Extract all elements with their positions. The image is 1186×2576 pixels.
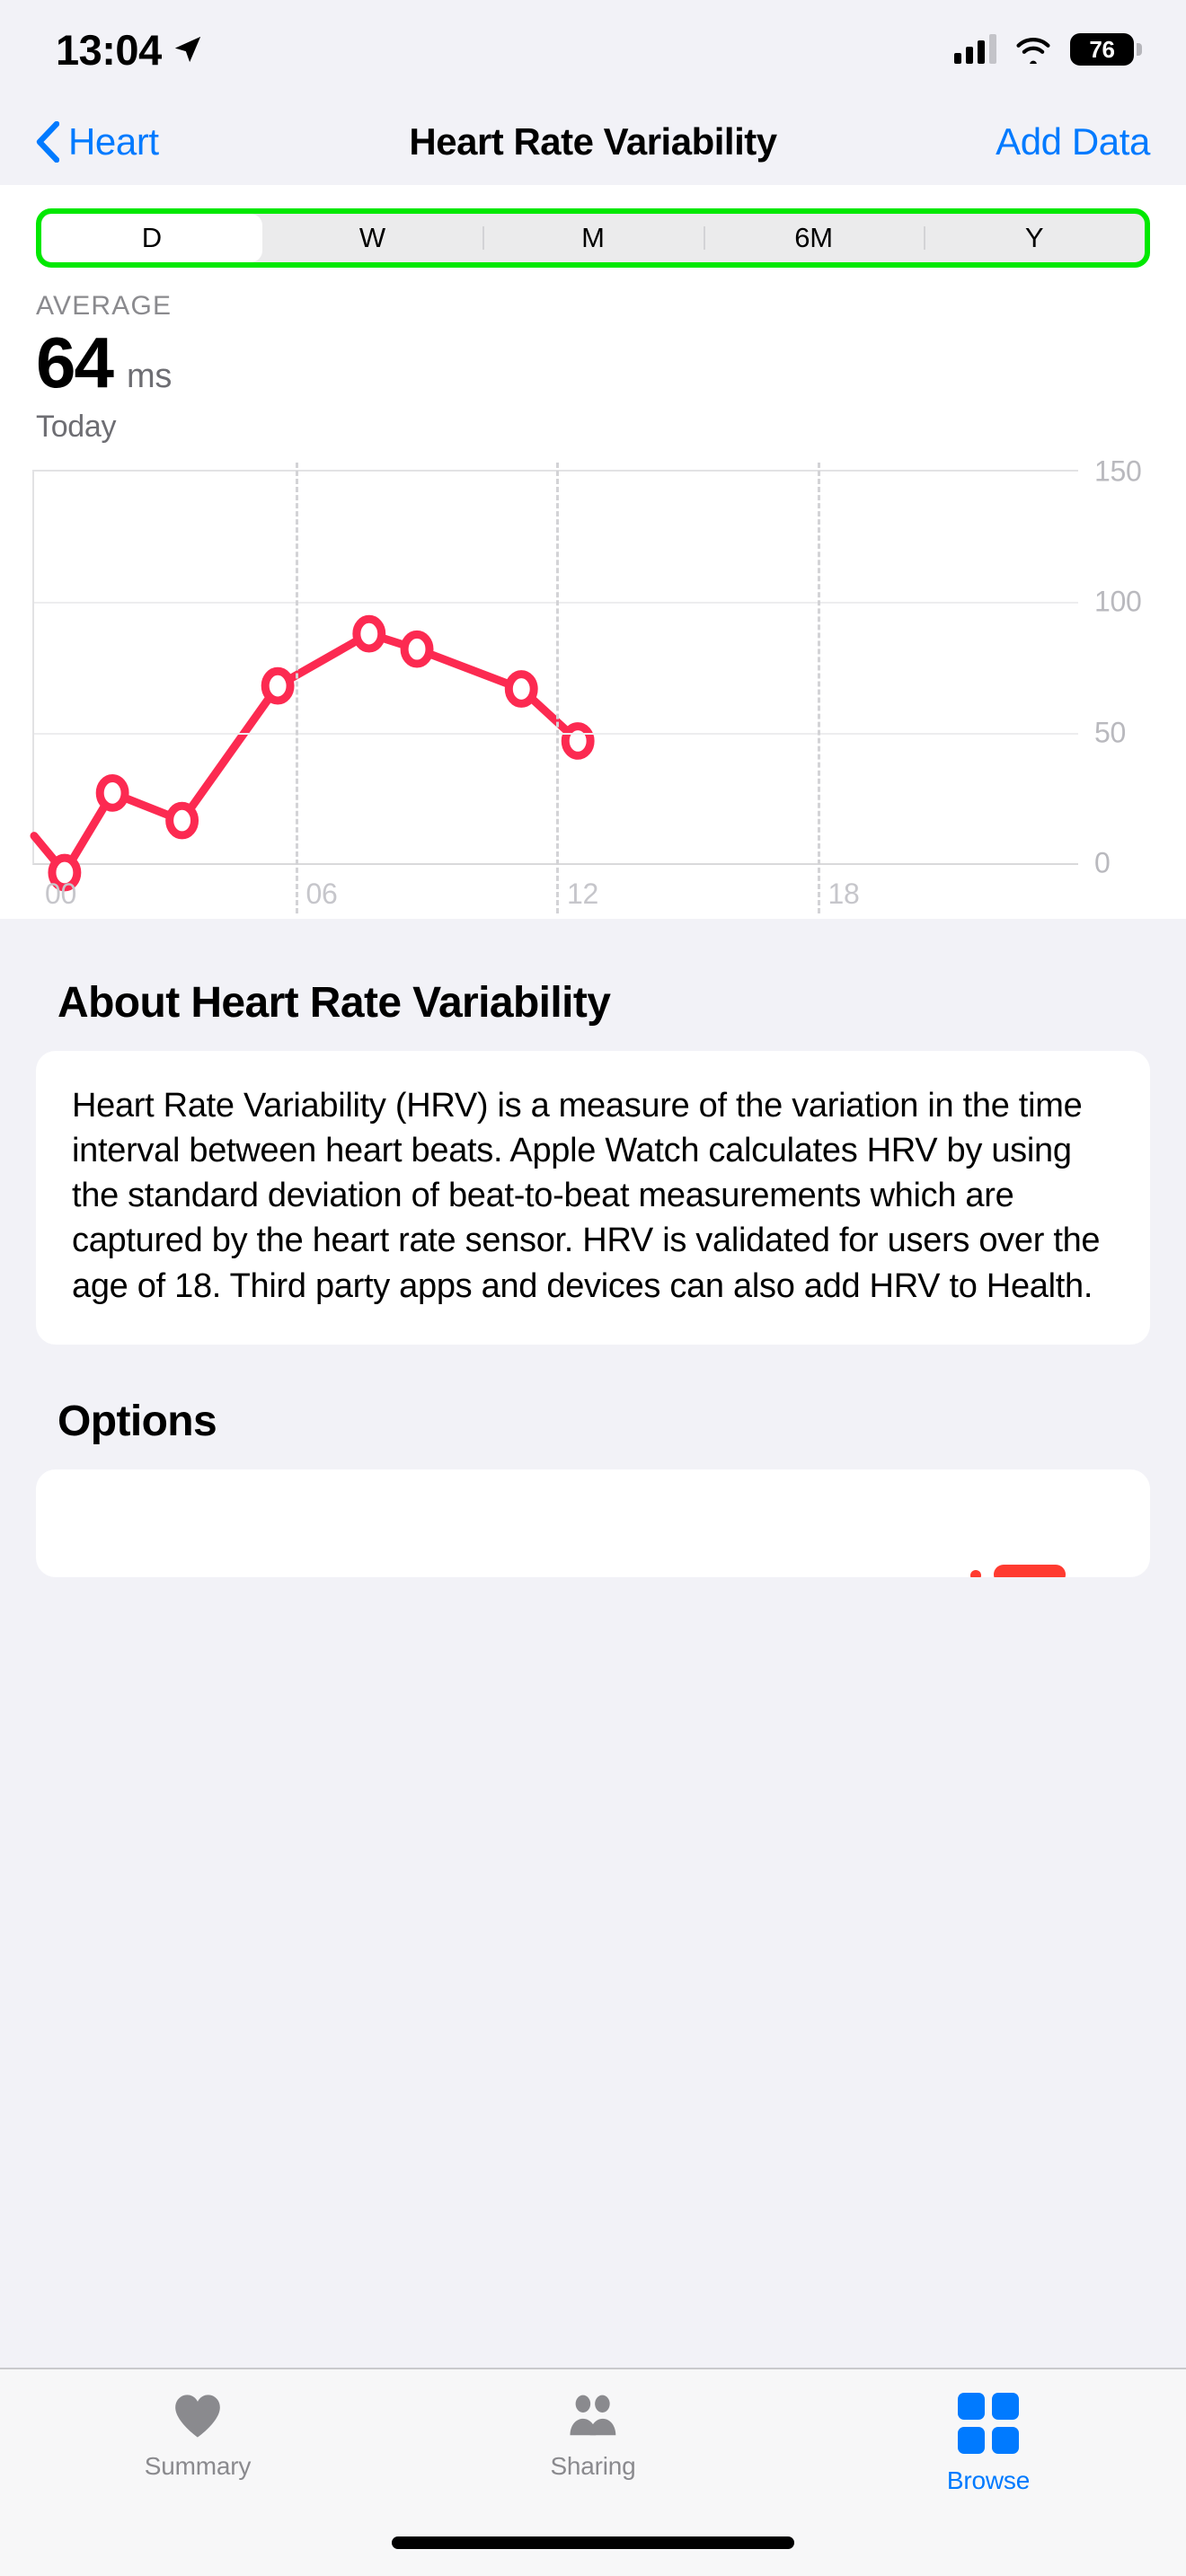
segment-6month-label: 6M [794,222,833,254]
segment-month[interactable]: M [482,214,704,262]
time-range-segmented-control-wrapper: D W M 6M Y [0,185,1186,268]
location-arrow-icon [173,34,203,65]
hrv-data-point[interactable] [565,727,590,756]
chart-xtick-label: 12 [567,878,598,911]
hrv-data-point[interactable] [509,675,534,704]
hrv-data-point[interactable] [404,634,429,664]
tab-bar: Summary Sharing Browse [0,2368,1186,2576]
chart-xtick-label: 00 [45,878,76,911]
hrv-line-path [34,634,578,873]
chart-ytick-label: 50 [1094,716,1126,749]
options-accent-dot [970,1570,981,1577]
chart-xtick-label: 06 [306,878,338,911]
about-heading: About Heart Rate Variability [36,957,1150,1051]
segment-day-label: D [142,222,162,254]
tab-browse[interactable]: Browse [791,2393,1186,2495]
segment-week-label: W [359,222,385,254]
chart-card: D W M 6M Y AVERAGE 64 ms Today 150100500… [0,185,1186,919]
chart-ytick-label: 150 [1094,455,1142,489]
segment-day[interactable]: D [41,214,262,262]
segment-month-label: M [581,222,605,254]
tab-browse-label: Browse [947,2466,1030,2495]
average-unit: ms [127,357,172,396]
options-card[interactable] [36,1469,1150,1577]
average-date-range: Today [36,410,1150,445]
chevron-left-icon [36,121,59,163]
chart-xtick-label: 18 [828,878,860,911]
navigation-bar: Heart Heart Rate Variability Add Data [0,99,1186,185]
cellular-bars-icon [954,35,996,64]
battery-indicator: 76 [1070,33,1134,66]
back-button[interactable]: Heart [36,120,159,163]
hrv-data-point[interactable] [265,671,290,701]
chart-plot-area[interactable]: 15010050000061218 [32,470,1078,865]
wifi-icon [1014,35,1052,64]
heart-icon [172,2393,224,2439]
segment-6month[interactable]: 6M [704,214,925,262]
hrv-data-point[interactable] [170,806,195,835]
about-body-text: Heart Rate Variability (HRV) is a measur… [72,1083,1114,1309]
average-label: AVERAGE [36,291,1150,322]
options-accent-chip [994,1565,1066,1577]
average-value-row: 64 ms [36,327,1150,399]
time-range-segmented-control[interactable]: D W M 6M Y [36,208,1150,268]
chart-gridline-x [556,463,559,913]
hrv-data-point[interactable] [100,779,125,808]
tab-sharing-label: Sharing [550,2452,635,2481]
average-block: AVERAGE 64 ms Today [0,268,1186,445]
chart-ytick-label: 0 [1094,847,1111,880]
status-bar: 13:04 76 [0,0,1186,99]
tab-summary-label: Summary [145,2452,251,2481]
hrv-chart[interactable]: 15010050000061218 [0,470,1186,919]
tab-sharing[interactable]: Sharing [395,2393,791,2481]
people-icon [565,2393,621,2439]
segment-year-label: Y [1025,222,1043,254]
options-section: Options [0,1375,1186,1577]
chart-gridline-x [818,463,820,913]
status-bar-right: 76 [954,33,1134,66]
options-heading: Options [36,1375,1150,1469]
about-card: Heart Rate Variability (HRV) is a measur… [36,1051,1150,1345]
status-bar-left: 13:04 [56,25,203,75]
chart-gridline-x [296,463,298,913]
add-data-button[interactable]: Add Data [996,120,1150,163]
grid-icon [958,2393,1019,2454]
segment-week[interactable]: W [262,214,483,262]
hrv-data-point[interactable] [357,619,382,648]
home-indicator [392,2536,794,2549]
about-section: About Heart Rate Variability Heart Rate … [0,957,1186,1345]
tab-summary[interactable]: Summary [0,2393,395,2481]
average-value: 64 [36,327,112,399]
status-bar-clock: 13:04 [56,25,162,75]
battery-percent-label: 76 [1089,36,1114,64]
back-button-label: Heart [68,120,159,163]
chart-ytick-label: 100 [1094,586,1142,619]
segment-year[interactable]: Y [924,214,1145,262]
